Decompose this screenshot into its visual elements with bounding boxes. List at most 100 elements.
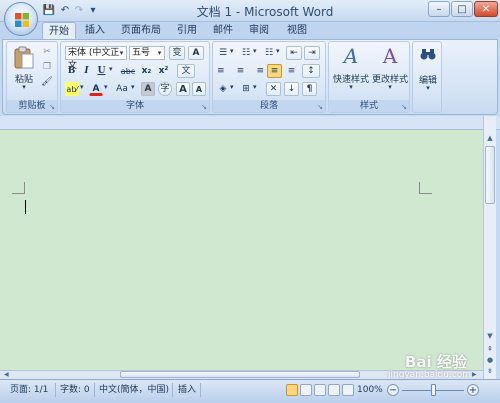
scroll-down-icon[interactable]: ▼ [485,331,495,341]
shading-button[interactable]: ◈ [216,82,230,96]
enclose-char-button[interactable]: 字 [158,82,172,96]
vertical-scrollbar[interactable]: ▲ ▼ ⇞ ● ⇟ [483,116,496,379]
align-left-button[interactable]: ≡ [216,64,231,78]
full-screen-reading-icon[interactable] [300,384,312,396]
clear-format-button[interactable]: 变 [169,46,185,60]
borders-dropdown-icon[interactable]: ▾ [253,83,257,91]
bullets-button[interactable]: ☰ [216,46,230,60]
change-case-dropdown-icon[interactable]: ▾ [131,83,138,91]
editing-button[interactable]: 编辑 ▾ [416,45,440,95]
change-case-button[interactable]: Aa [114,82,130,96]
scroll-up-icon[interactable]: ▲ [485,133,495,143]
redo-icon[interactable]: ↷ [72,4,86,18]
paste-dropdown-icon[interactable]: ▾ [19,83,29,91]
close-button[interactable]: ✕ [474,1,498,17]
document-canvas[interactable] [0,130,483,379]
minimize-button[interactable]: – [428,1,450,17]
paste-button[interactable] [13,46,35,72]
chevron-down-icon[interactable]: ▾ [117,47,126,59]
strikethrough-button[interactable]: abc [119,64,137,78]
superscript-button[interactable]: x² [156,64,171,78]
customize-qat-icon[interactable]: ▾ [86,4,100,18]
char-border-button[interactable]: A [188,46,204,60]
bullets-dropdown-icon[interactable]: ▾ [230,47,234,55]
zoom-out-button[interactable]: − [387,384,399,396]
clipboard-launcher-icon[interactable]: ↘ [48,103,56,111]
next-page-icon[interactable]: ⇟ [485,366,495,376]
scroll-right-icon[interactable]: ▶ [472,371,480,379]
editing-dropdown-icon[interactable]: ▾ [424,84,432,92]
italic-button[interactable]: I [80,64,93,78]
format-painter-icon[interactable]: 🖌 [40,75,54,88]
font-size-combo[interactable]: 五号 ▾ [129,46,165,60]
subscript-button[interactable]: x₂ [139,64,154,78]
shrink-font-button[interactable]: A [192,82,206,96]
multilevel-dropdown-icon[interactable]: ▾ [276,47,280,55]
align-right-button[interactable]: ≡ [250,64,265,78]
scroll-thumb[interactable] [485,146,495,204]
draft-view-icon[interactable] [342,384,354,396]
page-count-status[interactable]: 页面: 1/1 [10,379,48,401]
undo-icon[interactable]: ↶ [58,4,72,18]
tab-home[interactable]: 开始 [42,22,76,39]
copy-icon[interactable]: ❐ [40,60,54,73]
zoom-in-button[interactable]: + [467,384,479,396]
status-divider [172,383,173,397]
font-color-button[interactable]: A [89,82,103,96]
bold-button[interactable]: B [65,64,78,78]
center-button[interactable]: ≡ [233,64,248,78]
justify-button[interactable]: ≡ [267,64,282,78]
change-styles-dropdown-icon[interactable]: ▾ [386,83,394,91]
zoom-slider-thumb[interactable] [431,384,436,396]
grow-font-button[interactable]: A [176,82,190,96]
numbering-button[interactable]: ☷ [239,46,253,60]
shading-dropdown-icon[interactable]: ▾ [230,83,234,91]
web-layout-view-icon[interactable] [314,384,326,396]
quick-styles-dropdown-icon[interactable]: ▾ [347,83,355,91]
highlight-dropdown-icon[interactable]: ▾ [80,83,87,91]
print-layout-view-icon[interactable] [286,384,298,396]
decrease-indent-button[interactable]: ⇤ [286,46,302,60]
increase-indent-button[interactable]: ⇥ [304,46,320,60]
highlight-button[interactable]: ab⁄ [65,82,79,96]
line-spacing-button[interactable]: ↕ [302,64,320,78]
underline-dropdown-icon[interactable]: ▾ [109,65,116,73]
tab-page-layout[interactable]: 页面布局 [116,22,166,39]
distributed-button[interactable]: ≡ [284,64,299,78]
multilevel-list-button[interactable]: ☷ [262,46,276,60]
horizontal-scroll-thumb[interactable] [120,371,360,378]
show-marks-button[interactable]: ¶ [302,82,317,96]
underline-button[interactable]: U [95,64,108,78]
tab-review[interactable]: 审阅 [244,22,274,39]
save-icon[interactable]: 💾 [42,4,56,18]
maximize-button[interactable]: □ [451,1,473,17]
numbering-dropdown-icon[interactable]: ▾ [253,47,257,55]
sort-button[interactable]: ↓ [284,82,299,96]
word-count-status[interactable]: 字数: 0 [60,379,90,401]
font-name-combo[interactable]: 宋体 (中文正文 ▾ [65,46,127,71]
change-styles-button[interactable]: A 更改样式 ▾ [370,44,410,94]
phonetic-guide-button[interactable]: 文 [177,64,195,78]
char-shading-button[interactable]: A [141,82,155,96]
outline-view-icon[interactable] [328,384,340,396]
scroll-left-icon[interactable]: ◀ [4,371,12,379]
quick-styles-button[interactable]: A 快速样式 ▾ [331,44,371,94]
zoom-level[interactable]: 100% [357,379,383,401]
select-browse-object-icon[interactable]: ● [485,355,495,365]
font-launcher-icon[interactable]: ↘ [200,103,208,111]
language-status[interactable]: 中文(簡体，中国) [99,379,169,401]
chinese-layout-button[interactable]: ✕ [266,82,281,96]
borders-button[interactable]: ⊞ [239,82,253,96]
paragraph-launcher-icon[interactable]: ↘ [316,103,324,111]
previous-page-icon[interactable]: ⇞ [485,344,495,354]
chevron-down-icon[interactable]: ▾ [155,47,164,59]
font-color-dropdown-icon[interactable]: ▾ [104,83,111,91]
tab-mailings[interactable]: 邮件 [208,22,238,39]
tab-insert[interactable]: 插入 [80,22,110,39]
tab-references[interactable]: 引用 [172,22,202,39]
tab-view[interactable]: 视图 [282,22,312,39]
office-button[interactable] [4,2,38,36]
styles-launcher-icon[interactable]: ↘ [400,103,408,111]
insert-mode-status[interactable]: 插入 [178,379,196,401]
cut-icon[interactable]: ✂ [40,45,54,58]
